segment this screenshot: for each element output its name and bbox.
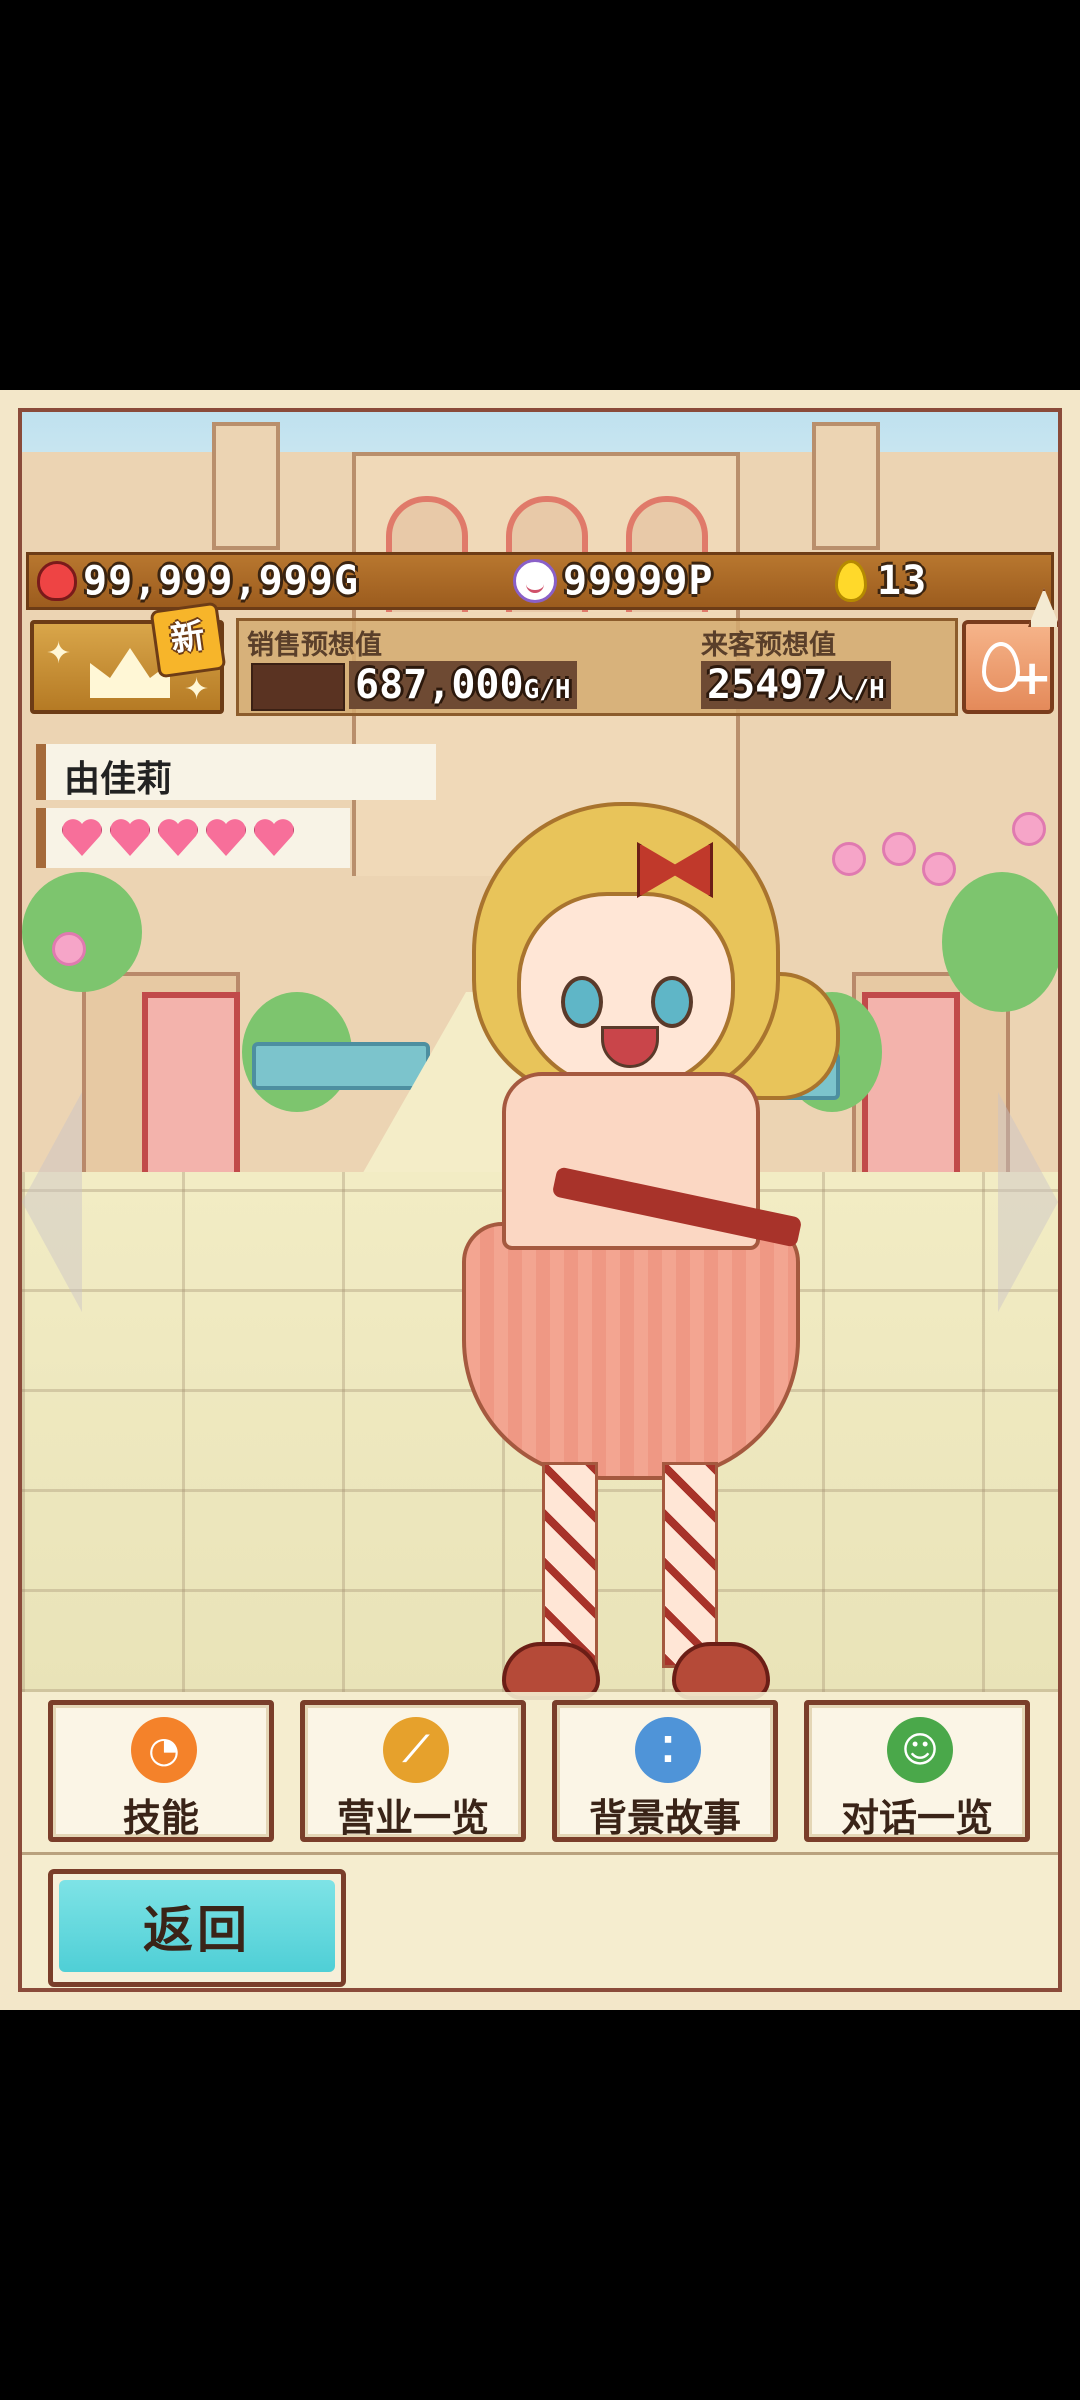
- character-face: [517, 892, 735, 1090]
- footprints-icon: ⁚: [635, 1717, 701, 1783]
- business-list-label: 营业一览: [336, 1796, 489, 1840]
- points-counter: 99999P: [513, 558, 714, 604]
- bush: [22, 872, 142, 992]
- egg-counter: 13: [835, 558, 928, 604]
- character-name-plate: 由佳莉: [36, 744, 436, 800]
- egg-icon: [835, 560, 867, 602]
- game-frame: 99,999,999G 99999P 13 ✦ ✦ 新 销售预想值 来客预想值 …: [18, 408, 1062, 1992]
- customer-number: 25497: [707, 662, 828, 708]
- business-list-button[interactable]: ⟋ 营业一览: [300, 1700, 526, 1842]
- flower: [922, 852, 956, 886]
- castle-tower: [212, 422, 280, 550]
- affection-hearts: [36, 808, 350, 868]
- plus-icon: +: [1012, 650, 1053, 706]
- dialogue-list-button[interactable]: ☺ 对话一览: [804, 1700, 1030, 1842]
- customer-unit: 人/H: [827, 675, 885, 705]
- egg-value: 13: [877, 558, 928, 604]
- character-skirt: [462, 1222, 800, 1480]
- character-eye: [561, 976, 603, 1028]
- heart-icon: [156, 816, 200, 860]
- customer-forecast-value: 25497人/H: [701, 661, 891, 709]
- bush: [942, 872, 1058, 1012]
- background-story-label: 背景故事: [588, 1796, 741, 1840]
- skill-icon: ◔: [131, 1717, 197, 1783]
- action-menu: ◔ 技能 ⟋ 营业一览 ⁚ 背景故事 ☺ 对话一览: [22, 1692, 1058, 1852]
- game-screen: 99,999,999G 99999P 13 ✦ ✦ 新 销售预想值 来客预想值 …: [0, 390, 1080, 2010]
- flower: [52, 932, 86, 966]
- background-story-button[interactable]: ⁚ 背景故事: [552, 1700, 778, 1842]
- dialogue-list-label: 对话一览: [840, 1796, 993, 1840]
- chat-face-icon: ☺: [887, 1717, 953, 1783]
- bottom-bar: 返回: [22, 1852, 1058, 1988]
- egg-plus-button[interactable]: +: [962, 588, 1058, 714]
- resource-bar: 99,999,999G 99999P 13: [26, 552, 1054, 610]
- sales-bar: [251, 663, 345, 711]
- character-leg: [662, 1462, 718, 1668]
- sparkle-icon: ✦: [46, 636, 72, 671]
- broom-icon: ⟋: [383, 1717, 449, 1783]
- sparkle-icon: ✦: [184, 672, 210, 707]
- sales-number: 687,000: [355, 662, 524, 708]
- flower: [882, 832, 916, 866]
- back-label: 返回: [143, 1901, 251, 1959]
- sales-forecast-label: 销售预想值: [247, 630, 382, 661]
- skill-label: 技能: [122, 1796, 199, 1840]
- customer-forecast-label: 来客预想值: [701, 630, 836, 661]
- smile-icon: [513, 559, 557, 603]
- heart-icon: [252, 816, 296, 860]
- wallet-icon: [37, 561, 77, 601]
- character-leg: [542, 1462, 598, 1668]
- forecast-panel: 销售预想值 来客预想值 687,000G/H 25497人/H: [236, 618, 958, 716]
- character-yukari[interactable]: [432, 802, 852, 1702]
- points-value: 99999P: [563, 558, 714, 604]
- character-mouth: [601, 1026, 659, 1068]
- heart-icon: [108, 816, 152, 860]
- crown-button[interactable]: ✦ ✦ 新: [30, 601, 227, 714]
- character-name: 由佳莉: [64, 759, 173, 800]
- new-badge: 新: [149, 601, 227, 679]
- skill-button[interactable]: ◔ 技能: [48, 1700, 274, 1842]
- flower: [1012, 812, 1046, 846]
- castle-tower: [812, 422, 880, 550]
- heart-icon: [60, 816, 104, 860]
- back-button-face: 返回: [59, 1880, 335, 1972]
- gold-value: 99,999,999G: [83, 558, 359, 604]
- sales-unit: G/H: [523, 675, 571, 705]
- heart-icon: [204, 816, 248, 860]
- back-button[interactable]: 返回: [48, 1869, 346, 1987]
- sales-forecast-value: 687,000G/H: [349, 661, 577, 709]
- railing: [252, 1042, 430, 1090]
- character-eye: [651, 976, 693, 1028]
- gold-counter: 99,999,999G: [37, 558, 359, 604]
